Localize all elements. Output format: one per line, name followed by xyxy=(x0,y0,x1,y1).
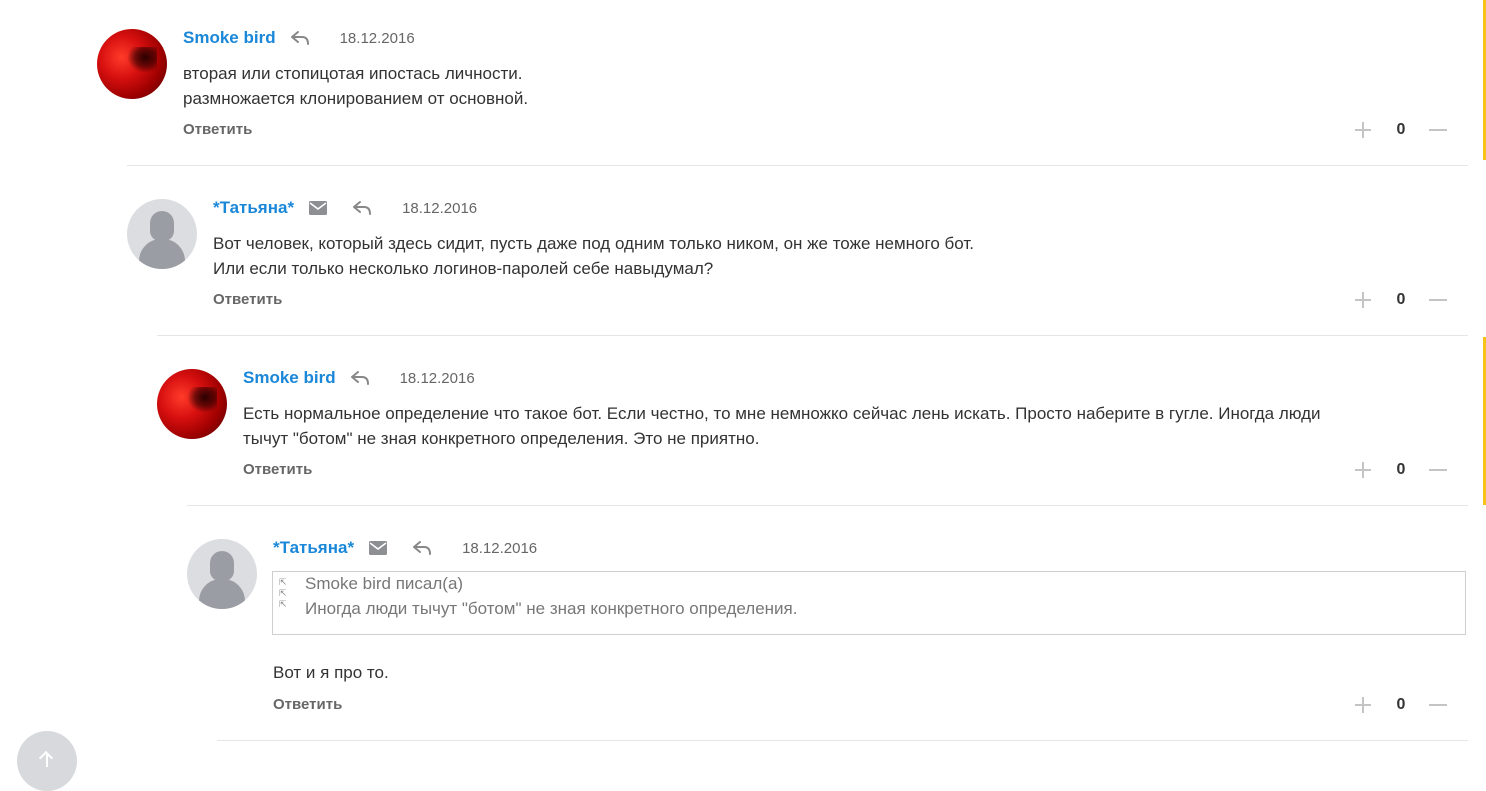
avatar[interactable] xyxy=(97,29,167,99)
comment-line: Есть нормальное определение что такое бо… xyxy=(243,404,1321,423)
comment-divider xyxy=(157,335,1468,336)
comment-date: 18.12.2016 xyxy=(402,199,478,217)
vote-control: 0 xyxy=(1355,460,1447,480)
comment-header: Smoke bird 18.12.2016 xyxy=(243,366,475,390)
comment-header: Smoke bird 18.12.2016 xyxy=(183,26,415,50)
envelope-icon[interactable] xyxy=(308,200,328,216)
author-name[interactable]: Smoke bird xyxy=(183,28,276,48)
reply-button[interactable]: Ответить xyxy=(273,696,342,713)
comment-date: 18.12.2016 xyxy=(399,369,475,387)
comment-text: Есть нормальное определение что такое бо… xyxy=(243,401,1321,451)
comment-text: Вот и я про то. xyxy=(273,660,389,685)
avatar-body-shape xyxy=(199,579,245,609)
vote-score: 0 xyxy=(1396,461,1406,478)
comment-date: 18.12.2016 xyxy=(339,29,415,47)
avatar-head-shape xyxy=(150,211,174,241)
comment-line: размножается клонированием от основной. xyxy=(183,89,529,108)
vote-control: 0 xyxy=(1355,120,1447,140)
quote-author: Smoke bird писал(а) xyxy=(305,574,464,593)
reply-icon[interactable] xyxy=(412,540,432,556)
quote-text: Иногда люди тычут "ботом" не зная конкре… xyxy=(305,599,798,618)
vote-score: 0 xyxy=(1396,291,1406,308)
vote-score: 0 xyxy=(1396,696,1406,713)
avatar-head-shape xyxy=(210,551,234,581)
comment-divider xyxy=(217,740,1468,741)
comment-text: вторая или стопицотая ипостась личности.… xyxy=(183,61,528,111)
avatar[interactable] xyxy=(127,199,197,269)
vote-control: 0 xyxy=(1355,695,1447,715)
minus-icon[interactable] xyxy=(1429,461,1447,479)
reply-icon[interactable] xyxy=(290,30,310,46)
plus-icon[interactable] xyxy=(1355,696,1373,714)
comment-line: Или если только несколько логинов-пароле… xyxy=(213,259,714,278)
author-name[interactable]: *Татьяна* xyxy=(213,198,294,218)
vote-score: 0 xyxy=(1396,121,1406,138)
author-name[interactable]: Smoke bird xyxy=(243,368,336,388)
plus-icon[interactable] xyxy=(1355,121,1373,139)
comment-line: Вот и я про то. xyxy=(273,663,389,682)
reply-button[interactable]: Ответить xyxy=(213,291,282,308)
quote-icon: ⇱ ⇱ ⇱ xyxy=(279,577,287,609)
author-name[interactable]: *Татьяна* xyxy=(273,538,354,558)
comment-divider xyxy=(127,165,1468,166)
reply-button[interactable]: Ответить xyxy=(183,121,252,138)
minus-icon[interactable] xyxy=(1429,291,1447,309)
comment-line: тычут "ботом" не зная конкретного опреде… xyxy=(243,429,760,448)
comment-header: *Татьяна* 18.12.2016 xyxy=(273,536,537,560)
plus-icon[interactable] xyxy=(1355,291,1373,309)
plus-icon[interactable] xyxy=(1355,461,1373,479)
minus-icon[interactable] xyxy=(1429,121,1447,139)
vote-control: 0 xyxy=(1355,290,1447,310)
comment-text: Вот человек, который здесь сидит, пусть … xyxy=(213,231,974,281)
avatar-body-shape xyxy=(139,239,185,269)
comment-line: вторая или стопицотая ипостась личности. xyxy=(183,64,523,83)
comment-header: *Татьяна* 18.12.2016 xyxy=(213,196,477,220)
arrow-up-icon xyxy=(46,753,48,767)
reply-button[interactable]: Ответить xyxy=(243,461,312,478)
avatar[interactable] xyxy=(187,539,257,609)
quote-block: ⇱ ⇱ ⇱ Smoke bird писал(а) Иногда люди тычу… xyxy=(272,571,1466,635)
comment-date: 18.12.2016 xyxy=(462,539,538,557)
comment-divider xyxy=(187,505,1468,506)
reply-icon[interactable] xyxy=(350,370,370,386)
reply-icon[interactable] xyxy=(352,200,372,216)
scroll-to-top-button[interactable] xyxy=(17,731,77,791)
comment-line: Вот человек, который здесь сидит, пусть … xyxy=(213,234,974,253)
minus-icon[interactable] xyxy=(1429,696,1447,714)
avatar[interactable] xyxy=(157,369,227,439)
envelope-icon[interactable] xyxy=(368,540,388,556)
